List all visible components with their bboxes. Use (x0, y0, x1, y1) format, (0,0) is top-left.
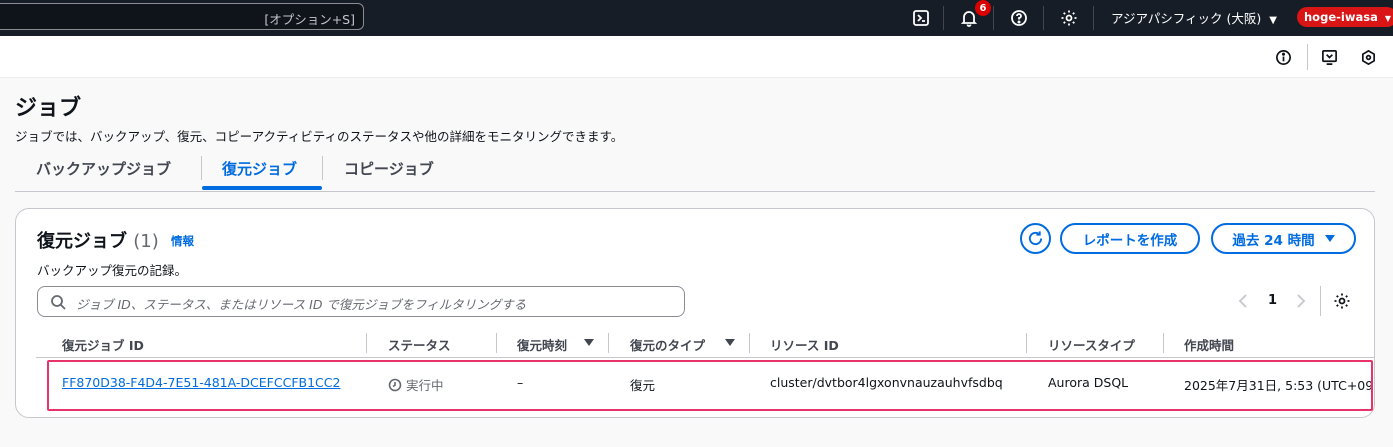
create-report-button[interactable]: レポートを作成 (1060, 223, 1200, 254)
info-link[interactable]: 情報 (171, 233, 194, 249)
cloudshell-icon[interactable] (909, 6, 933, 30)
sort-caret-icon[interactable] (725, 339, 735, 346)
column-divider (366, 333, 367, 353)
tab-divider (201, 156, 202, 180)
nav-divider (993, 6, 994, 30)
account-menu[interactable]: hoge-iwasa ▼ (1297, 7, 1393, 27)
help-icon[interactable] (1007, 6, 1031, 30)
resource-id-cell: cluster/dvtbor4lgxonvnauzauhvfsdbq (770, 375, 1003, 390)
info-icon[interactable] (1274, 48, 1292, 66)
top-navigation: [オプション+S] 6 アジアパシフィック (大阪) ▼ hoge-iwasa … (0, 0, 1393, 36)
feedback-icon[interactable] (1320, 48, 1338, 66)
column-divider (749, 333, 750, 353)
nav-divider (1093, 6, 1094, 30)
restore-jobs-container: 復元ジョブ (1) 情報 バックアップ復元の記録。 レポートを作成 過去 24 … (15, 208, 1375, 418)
account-name: hoge-iwasa (1304, 10, 1378, 24)
column-header-resource-type[interactable]: リソースタイプ (1048, 335, 1135, 354)
nav-divider (1043, 6, 1044, 30)
time-range-dropdown[interactable]: 過去 24 時間 (1211, 223, 1356, 254)
job-id-link[interactable]: FF870D38-F4D4-7E51-481A-DCEFCCFB1CC2 (62, 375, 340, 390)
amazon-q-icon[interactable] (1359, 48, 1377, 66)
current-page[interactable]: 1 (1268, 293, 1277, 308)
restore-type-cell: 復元 (630, 378, 656, 393)
column-divider (496, 333, 497, 353)
tab-copy-jobs[interactable]: コピージョブ (344, 152, 434, 192)
settings-icon[interactable] (1057, 6, 1081, 30)
container-title-text: 復元ジョブ (37, 231, 127, 252)
sort-caret-icon[interactable] (584, 339, 594, 346)
clock-icon (388, 378, 402, 391)
column-header-restore-time[interactable]: 復元時刻 (517, 335, 567, 354)
search-shortcut-hint: [オプション+S] (264, 12, 355, 27)
column-divider (1026, 333, 1027, 353)
utility-bar (0, 36, 1393, 78)
active-tab-indicator (202, 186, 322, 190)
job-tabs: バックアップジョブ 復元ジョブ コピージョブ (15, 152, 1375, 192)
column-divider (1163, 333, 1164, 353)
chevron-down-icon: ▼ (1384, 14, 1391, 23)
table-row: FF870D38-F4D4-7E51-481A-DCEFCCFB1CC2 実行中… (36, 362, 1374, 404)
column-header-created[interactable]: 作成時間 (1184, 335, 1234, 354)
region-selector[interactable]: アジアパシフィック (大阪) ▼ (1111, 8, 1277, 27)
region-label: アジアパシフィック (大阪) (1111, 11, 1262, 26)
tab-backup-jobs[interactable]: バックアップジョブ (36, 152, 171, 192)
status-text: 実行中 (406, 378, 444, 393)
column-header-status[interactable]: ステータス (388, 335, 451, 354)
refresh-icon (1028, 231, 1043, 246)
utility-divider (1307, 44, 1308, 70)
created-time-cell: 2025年7月31日, 5:53 (UTC+09:00) (1184, 378, 1374, 393)
status-cell: 実行中 (388, 375, 444, 394)
filter-input[interactable]: ジョブ ID、ステータス、またはリソース ID で復元ジョブをフィルタリングする (37, 286, 685, 317)
time-range-label: 過去 24 時間 (1232, 232, 1315, 249)
notification-badge: 6 (975, 0, 991, 16)
resource-type-cell: Aurora DSQL (1048, 375, 1129, 390)
column-header-job-id[interactable]: 復元ジョブ ID (62, 335, 144, 354)
tab-divider (322, 156, 323, 180)
nav-divider (943, 6, 944, 30)
table-preferences-icon[interactable] (1333, 292, 1351, 310)
column-header-restore-type[interactable]: 復元のタイプ (630, 335, 705, 354)
search-icon (51, 295, 66, 310)
pager-divider (1320, 286, 1321, 316)
global-search[interactable]: [オプション+S] (0, 3, 364, 30)
refresh-button[interactable] (1020, 223, 1051, 254)
container-title: 復元ジョブ (1) (37, 227, 159, 253)
job-count: (1) (133, 231, 159, 252)
caret-down-icon (1324, 235, 1335, 242)
filter-placeholder: ジョブ ID、ステータス、またはリソース ID で復元ジョブをフィルタリングする (76, 297, 527, 312)
column-divider (608, 333, 609, 353)
restore-time-cell: – (517, 375, 524, 390)
previous-page-icon[interactable] (1237, 293, 1249, 309)
chevron-down-icon: ▼ (1269, 15, 1277, 26)
page-title: ジョブ (15, 96, 82, 121)
next-page-icon[interactable] (1295, 293, 1307, 309)
container-description: バックアップ復元の記録。 (37, 263, 188, 278)
table-header: 復元ジョブ ID ステータス 復元時刻 復元のタイプ リソース ID リソースタ… (36, 330, 1374, 358)
column-header-resource-id[interactable]: リソース ID (770, 335, 839, 354)
page-description: ジョブでは、バックアップ、復元、コピーアクティビティのステータスや他の詳細をモニ… (15, 129, 624, 144)
